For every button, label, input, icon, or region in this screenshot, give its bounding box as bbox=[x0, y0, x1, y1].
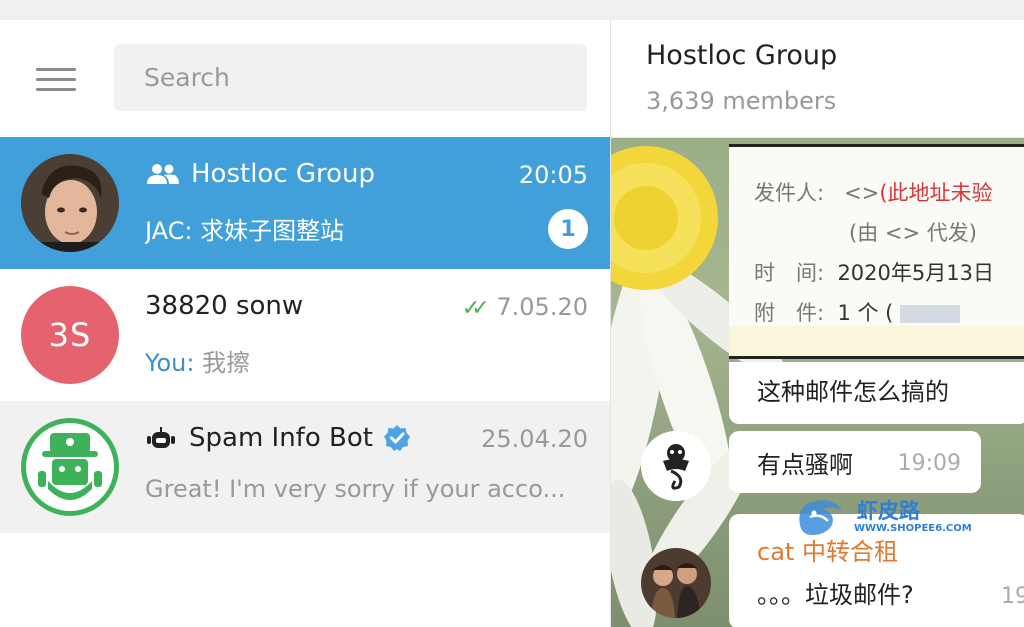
email-sender-row: 发件人: <>(此地址未验 bbox=[754, 181, 993, 205]
chat-title: Hostloc Group bbox=[145, 159, 375, 189]
window-top-strip bbox=[0, 0, 1024, 20]
group-icon bbox=[147, 164, 179, 184]
chat-preview: Great! I'm very sorry if your acco... bbox=[145, 475, 566, 503]
dragon-logo-icon bbox=[799, 500, 842, 535]
chat-time: ✓✓ 7.05.20 bbox=[462, 293, 588, 321]
chat-time: 25.04.20 bbox=[481, 425, 588, 453]
chat-list-panel: Hostloc Group 20:05 JAC: 求妹子图整站 1 3S 388… bbox=[0, 20, 610, 627]
avatar bbox=[21, 154, 119, 252]
conversation-header[interactable]: Hostloc Group 3,639 members bbox=[611, 20, 1024, 138]
message-area[interactable]: 发件人: <>(此地址未验 (由 <> 代发) 时 间: 2020年5月13日 … bbox=[611, 138, 1024, 627]
search-input[interactable] bbox=[114, 44, 587, 111]
preview-text: 我擦 bbox=[202, 349, 251, 377]
member-count: 3,639 members bbox=[646, 87, 837, 115]
message-text: 。。。垃圾邮件? bbox=[757, 581, 914, 609]
sender-avatar[interactable] bbox=[641, 431, 711, 501]
preview-prefix: You: bbox=[145, 349, 195, 377]
message-bubble[interactable]: 这种邮件怎么搞的 bbox=[729, 362, 1024, 424]
conversation-title: Hostloc Group bbox=[646, 40, 838, 71]
email-screenshot-image[interactable]: 发件人: <>(此地址未验 (由 <> 代发) 时 间: 2020年5月13日 … bbox=[729, 144, 1024, 359]
chat-title-text: Spam Info Bot bbox=[189, 423, 373, 453]
chat-title-text: Hostloc Group bbox=[191, 159, 376, 189]
watermark-url: WWW.SHOPEE6.COM bbox=[854, 523, 972, 534]
blurred-attachment bbox=[900, 305, 961, 323]
hamburger-menu-icon[interactable] bbox=[36, 66, 76, 94]
unread-badge: 1 bbox=[548, 209, 588, 249]
verified-icon bbox=[383, 425, 410, 451]
chat-item-spam-info-bot[interactable]: Spam Info Bot 25.04.20 Great! I'm very s… bbox=[0, 401, 610, 533]
message-time: 19:09 bbox=[897, 451, 961, 476]
chat-title: Spam Info Bot bbox=[145, 423, 411, 453]
double-check-icon: ✓✓ bbox=[461, 296, 490, 321]
watermark-text: 虾皮路 bbox=[857, 499, 920, 523]
avatar: 3S bbox=[21, 286, 119, 384]
chat-item-hostloc-group[interactable]: Hostloc Group 20:05 JAC: 求妹子图整站 1 bbox=[0, 137, 610, 269]
chat-item-38820-sonw[interactable]: 3S 38820 sonw ✓✓ 7.05.20 You: 我擦 bbox=[0, 269, 610, 401]
sender-avatar[interactable] bbox=[641, 548, 711, 618]
avatar bbox=[21, 418, 119, 516]
email-attachment-row: 附 件: 1 个 ( bbox=[754, 297, 961, 327]
chat-preview: JAC: 求妹子图整站 bbox=[145, 217, 345, 245]
chat-time-text: 7.05.20 bbox=[496, 293, 588, 321]
email-footer-strip bbox=[729, 326, 1024, 356]
chat-title: 38820 sonw bbox=[145, 291, 304, 321]
chat-preview: You: 我擦 bbox=[145, 343, 250, 378]
message-time: 19 bbox=[1001, 584, 1024, 609]
bot-icon bbox=[147, 427, 175, 448]
email-on-behalf-row: (由 <> 代发) bbox=[849, 221, 977, 245]
email-time-row: 时 间: 2020年5月13日 bbox=[754, 261, 994, 285]
chat-time: 20:05 bbox=[518, 161, 588, 189]
message-text: 这种邮件怎么搞的 bbox=[757, 378, 949, 406]
message-bubble[interactable]: 有点骚啊 19:09 bbox=[729, 431, 981, 493]
message-text: 有点骚啊 bbox=[757, 451, 853, 479]
